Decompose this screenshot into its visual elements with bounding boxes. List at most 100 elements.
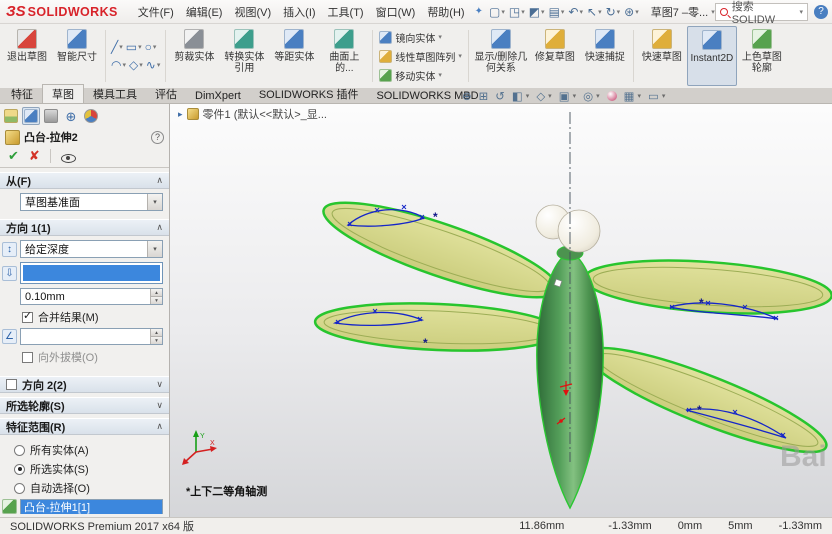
pin-menu-icon[interactable]: ✦ [475, 6, 483, 17]
rapid-sketch-button[interactable]: 快速草图 [637, 26, 687, 86]
shaded-sketch-contours-button[interactable]: 上色草图轮廓 [737, 26, 787, 86]
linear-sketch-pattern-button[interactable]: 线性草图阵列 ▾ [376, 48, 465, 65]
flyout-arrow-icon[interactable]: ▸ [178, 109, 183, 120]
smart-dimension-button[interactable]: 智能尺寸 [52, 26, 102, 86]
rebuild-button[interactable]: ↻ ▾ [606, 5, 621, 19]
dropdown-icon[interactable]: ▾ [157, 61, 161, 69]
direction2-checkbox[interactable] [6, 379, 17, 390]
dropdown-icon[interactable]: ▾ [122, 61, 126, 69]
search-box[interactable]: 搜索 SOLIDW ▾ [714, 1, 808, 26]
dropdown-icon[interactable]: ▾ [153, 43, 157, 51]
view-orientation-icon[interactable]: ◇ [536, 89, 545, 103]
configurationmanager-tab[interactable] [42, 107, 60, 125]
document-switcher[interactable]: 草图7 –零... ▾ [651, 4, 715, 20]
tab-sketch[interactable]: 草图 [42, 84, 84, 103]
featuremanager-tab[interactable] [2, 107, 20, 125]
apply-scene-icon[interactable]: ▦ [624, 89, 635, 103]
dropdown-icon[interactable]: ▾ [458, 52, 462, 60]
circle-tool-button[interactable]: ○ ▾ [145, 40, 157, 54]
dropdown-icon[interactable]: ▾ [438, 71, 442, 79]
scope-all-bodies-radio[interactable]: 所有实体(A) [14, 442, 163, 458]
hide-show-items-icon[interactable]: ◎ [583, 89, 593, 103]
options-button[interactable]: ⊛ ▾ [624, 5, 639, 19]
instant2d-button[interactable]: Instant2D [686, 26, 737, 86]
dropdown-icon[interactable]: ▾ [573, 92, 577, 100]
preview-eye-icon[interactable] [60, 149, 76, 163]
dropdown-icon[interactable]: ▾ [139, 61, 143, 69]
spline-on-surface-button[interactable]: 曲面上的... [319, 26, 369, 86]
dropdown-icon[interactable]: ▾ [526, 92, 530, 100]
view-settings-monitor-icon[interactable]: ▭ [648, 89, 659, 103]
quick-snaps-button[interactable]: 快速捕捉 [580, 26, 630, 86]
tab-solidworks-addins[interactable]: SOLIDWORKS 插件 [250, 85, 368, 103]
dropdown-icon[interactable]: ▾ [638, 92, 642, 100]
menu-help[interactable]: 帮助(H) [421, 4, 470, 20]
line-tool-button[interactable]: ╱ ▾ [111, 40, 123, 54]
rectangle-tool-button[interactable]: ▭ ▾ [126, 40, 142, 54]
section-direction2-header[interactable]: 方向 2(2) ∨ [0, 376, 169, 393]
ok-button[interactable]: ✔ [8, 149, 19, 163]
zoom-area-icon[interactable]: ⊞ [479, 89, 489, 103]
dragonfly-head-right[interactable] [557, 209, 601, 253]
new-document-button[interactable]: ▢ ▾ [489, 5, 505, 19]
spin-down-icon[interactable]: ▾ [151, 296, 162, 304]
scope-selected-bodies-radio[interactable]: 所选实体(S) [14, 461, 163, 477]
menu-insert[interactable]: 插入(I) [277, 4, 321, 20]
tab-features[interactable]: 特征 [2, 85, 42, 103]
end-condition-select[interactable]: 给定深度 ▾ [20, 240, 163, 258]
start-condition-select[interactable]: 草图基准面 ▾ [20, 193, 163, 211]
section-view-icon[interactable]: ◧ [512, 89, 523, 103]
polygon-tool-button[interactable]: ◇ ▾ [129, 58, 143, 72]
model-canvas[interactable]: * * * * Y X *上下二等角轴测 Bai [170, 104, 832, 517]
offset-entities-button[interactable]: 等距实体 [269, 26, 319, 86]
depth-input[interactable] [20, 262, 163, 284]
reverse-direction-icon[interactable]: ↕ [2, 241, 17, 257]
edit-appearance-icon[interactable] [606, 91, 617, 101]
spline-tool-button[interactable]: ∿ ▾ [146, 58, 161, 72]
display-delete-relations-button[interactable]: 显示/删除几何关系 [472, 26, 530, 86]
graphics-area[interactable]: * * * * Y X *上下二等角轴测 Bai ▸ 零件1 (默认<<默认>_… [170, 104, 832, 517]
zoom-fit-icon[interactable]: ⊕ [462, 89, 472, 103]
section-selected-contours-header[interactable]: 所选轮廓(S) ∨ [0, 397, 169, 414]
spin-down-icon[interactable]: ▾ [151, 336, 162, 344]
mirror-entities-button[interactable]: 镜向实体 ▾ [376, 29, 465, 46]
select-button[interactable]: ↖ ▾ [587, 5, 602, 19]
spin-up-icon[interactable]: ▴ [151, 329, 162, 336]
dropdown-icon[interactable]: ▾ [548, 92, 552, 100]
dropdown-icon[interactable]: ▾ [147, 241, 162, 257]
tab-dimxpert[interactable]: DimXpert [186, 89, 250, 103]
draft-icon[interactable]: ∠ [2, 329, 17, 344]
document-tab[interactable]: ▸ 零件1 (默认<<默认>_显... [178, 106, 327, 122]
dimxpertmanager-tab[interactable]: ⊕ [62, 107, 80, 125]
section-from-header[interactable]: 从(F) ∧ [0, 172, 169, 189]
scope-auto-select-radio[interactable]: 自动选择(O) [14, 480, 163, 496]
propertymanager-tab[interactable] [22, 107, 40, 125]
dropdown-icon[interactable]: ▾ [596, 92, 600, 100]
menu-edit[interactable]: 编辑(E) [180, 4, 229, 20]
arc-tool-button[interactable]: ◠ ▾ [111, 58, 126, 72]
menu-window[interactable]: 窗口(W) [370, 4, 422, 20]
pm-help-icon[interactable]: ? [151, 130, 164, 144]
draft-angle-input[interactable]: ▴ ▾ [20, 328, 163, 345]
dropdown-icon[interactable]: ▾ [662, 92, 666, 100]
open-document-button[interactable]: ◳ ▾ [509, 5, 525, 19]
dropdown-icon[interactable]: ▾ [147, 194, 162, 210]
save-button[interactable]: ◩ ▾ [529, 5, 545, 19]
trim-entities-button[interactable]: 剪裁实体 [169, 26, 219, 86]
dropdown-icon[interactable]: ▾ [138, 43, 142, 51]
exit-sketch-button[interactable]: 退出草图 [2, 26, 52, 86]
tab-evaluate[interactable]: 评估 [146, 85, 186, 103]
move-entities-button[interactable]: 移动实体 ▾ [376, 67, 465, 84]
depth-spinner[interactable]: 0.10mm ▴ ▾ [20, 288, 163, 305]
displaymanager-tab[interactable] [82, 107, 100, 125]
print-button[interactable]: ▤ ▾ [549, 5, 565, 19]
display-style-icon[interactable]: ▣ [559, 89, 570, 103]
menu-view[interactable]: 视图(V) [228, 4, 277, 20]
previous-view-icon[interactable]: ↺ [495, 89, 505, 103]
draft-outward-checkbox[interactable]: 向外拔模(O) [22, 349, 163, 365]
merge-result-checkbox[interactable]: ✓ 合并结果(M) [22, 309, 163, 325]
dropdown-icon[interactable]: ▾ [438, 33, 442, 41]
section-feature-scope-header[interactable]: 特征范围(R) ∧ [0, 418, 169, 435]
section-direction1-header[interactable]: 方向 1(1) ∧ [0, 219, 169, 236]
cancel-button[interactable]: ✘ [29, 149, 40, 163]
